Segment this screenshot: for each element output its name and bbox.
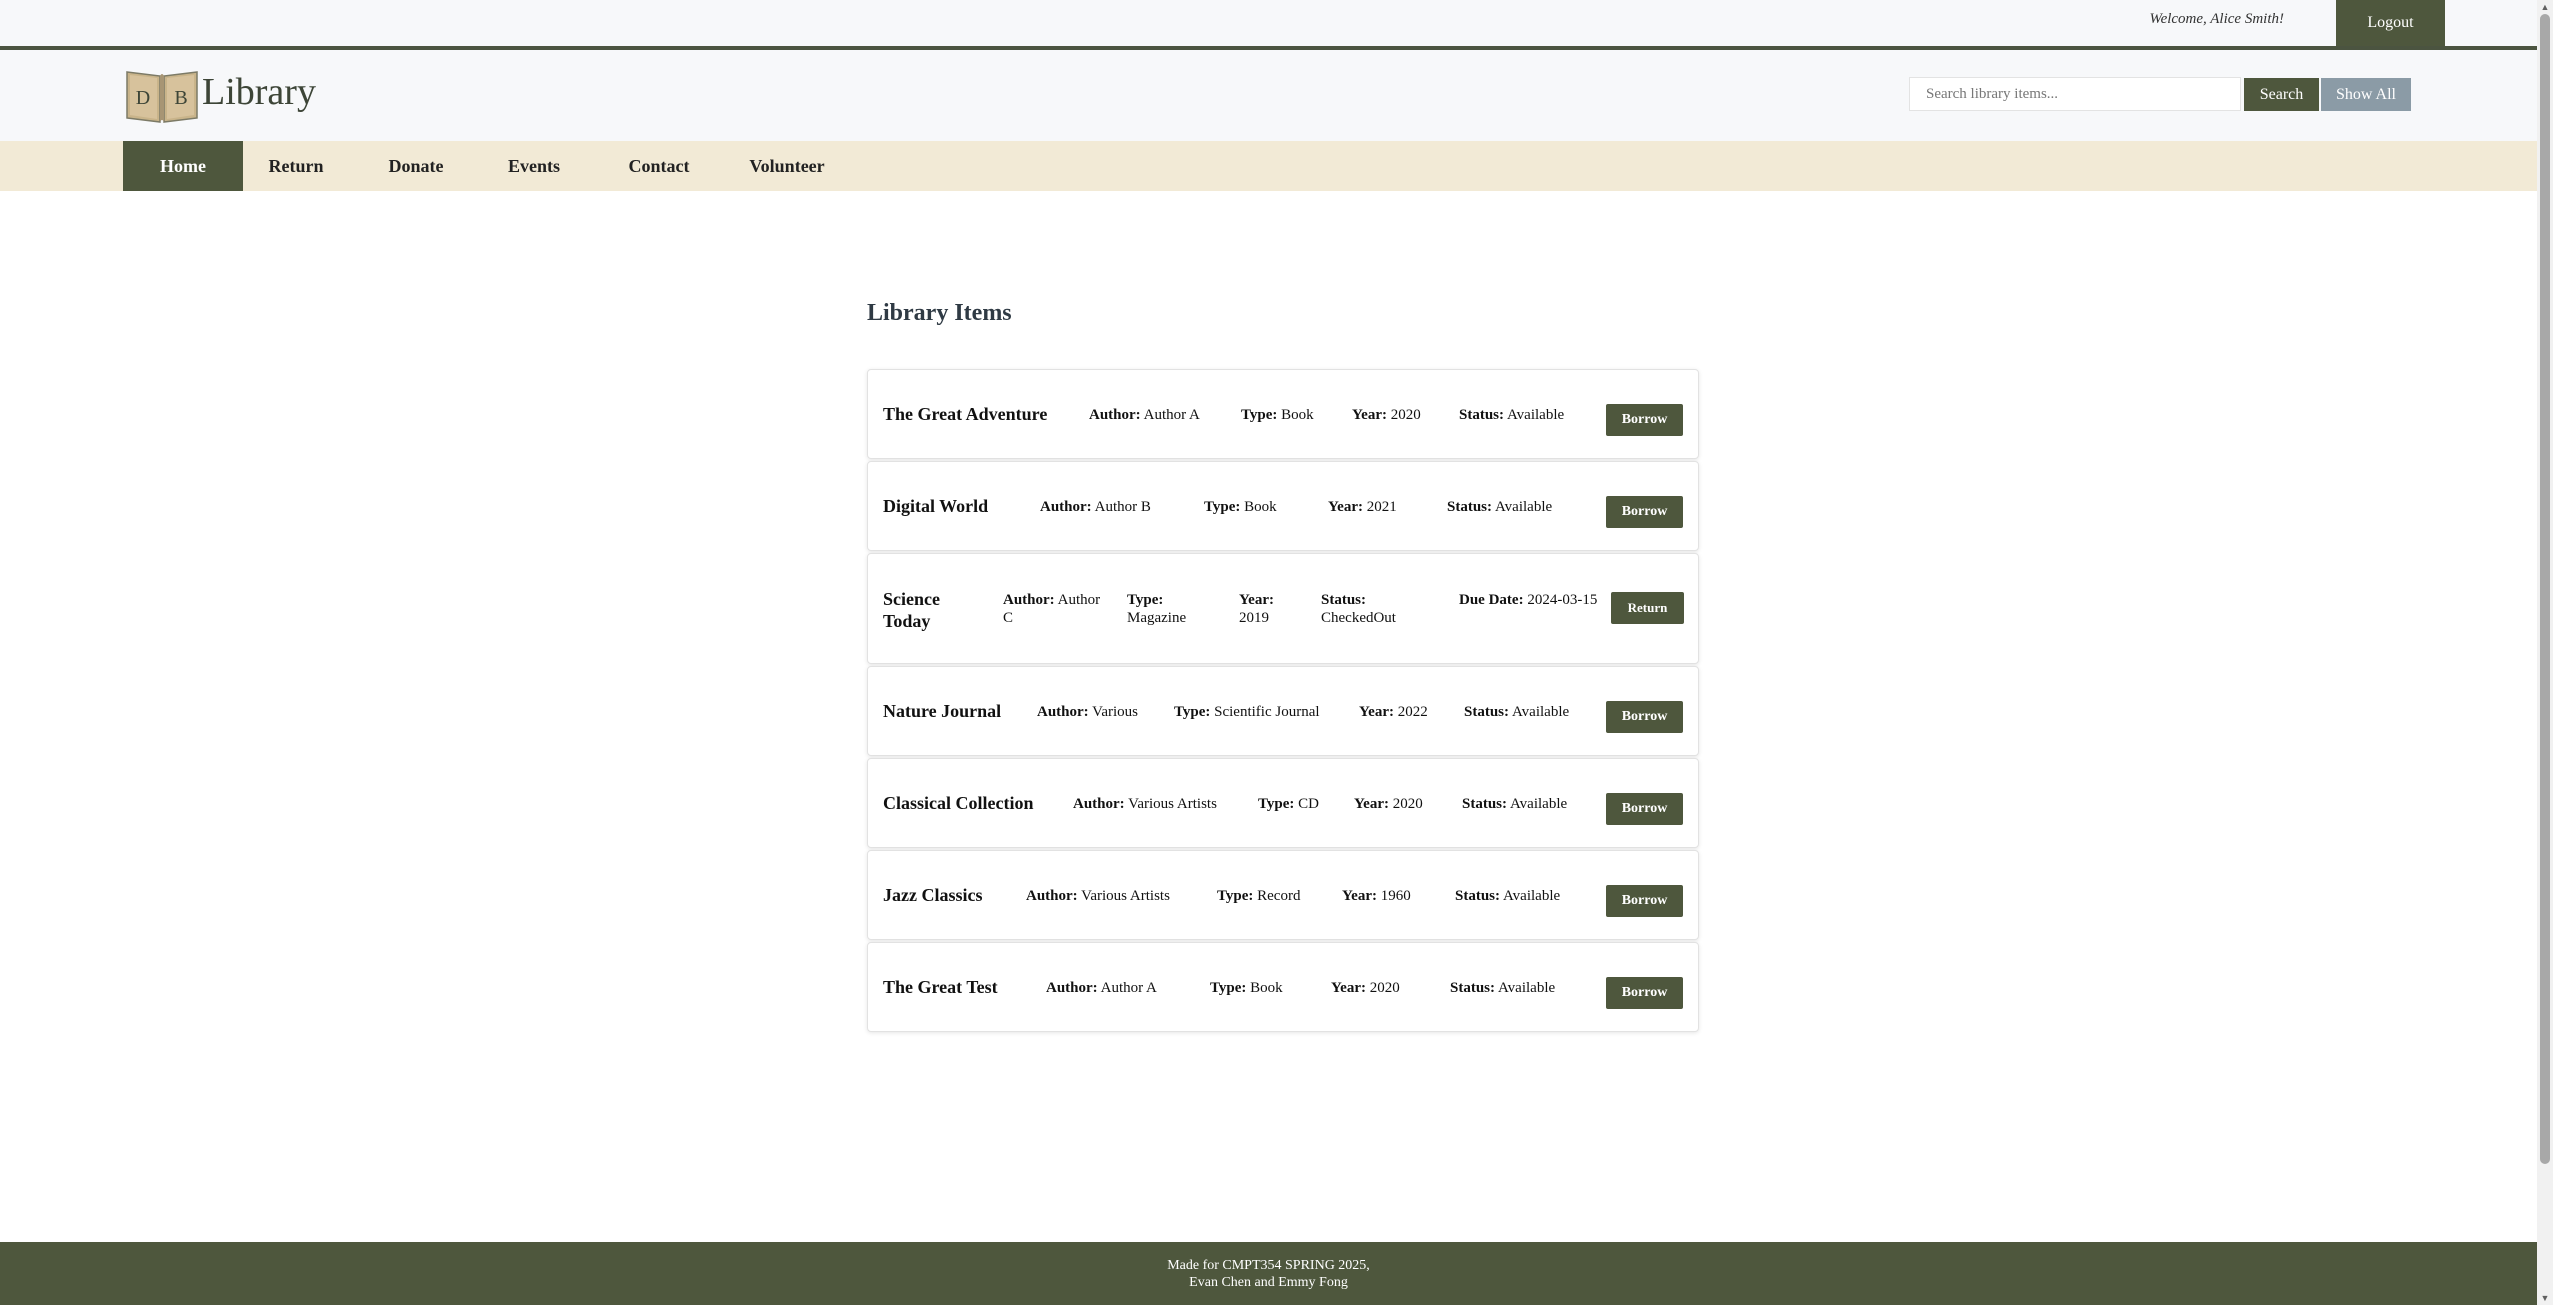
page-title: Library Items	[867, 300, 1012, 326]
item-type: Type: Book	[1210, 980, 1283, 996]
scrollbar-thumb[interactable]	[2540, 14, 2550, 1164]
item-status: Status: CheckedOut	[1321, 592, 1396, 626]
item-status: Status: Available	[1462, 796, 1568, 812]
welcome-message: Welcome, Alice Smith!	[2149, 11, 2284, 27]
item-title: Classical Collection	[883, 793, 1034, 813]
logo-letter-d: D	[136, 87, 150, 109]
item-type: Type: Book	[1204, 499, 1277, 515]
footer-line-2: Evan Chen and Emmy Fong	[1189, 1275, 1348, 1290]
item-author: Author: Author B	[1040, 499, 1151, 515]
logo-text: Library	[202, 71, 316, 113]
item-author: Author: Various Artists	[1026, 888, 1170, 904]
scroll-down-arrow-icon[interactable]: ▼	[2537, 1291, 2553, 1305]
item-status: Status: Available	[1464, 704, 1570, 720]
item-title: Nature Journal	[883, 701, 1002, 721]
nav-item-volunteer[interactable]: Volunteer	[742, 141, 832, 191]
nav-item-home[interactable]: Home	[123, 141, 243, 191]
top-bar: Welcome, Alice Smith! Logout	[0, 0, 2537, 50]
item-title: Digital World	[883, 496, 989, 516]
logo-letter-b: B	[174, 87, 187, 109]
nav-item-return[interactable]: Return	[256, 141, 336, 191]
vertical-scrollbar[interactable]: ▲ ▼	[2537, 0, 2553, 1305]
item-type: Type: Book	[1241, 407, 1314, 423]
borrow-button[interactable]: Borrow	[1606, 977, 1683, 1009]
item-year: Year: 2020	[1331, 980, 1400, 996]
item-status: Status: Available	[1459, 407, 1565, 423]
footer-line-1: Made for CMPT354 SPRING 2025,	[1167, 1258, 1370, 1273]
main-nav: Home Return Donate Events Contact Volunt…	[0, 141, 2537, 191]
search-input[interactable]	[1909, 77, 2241, 111]
site-header: D B Library Search Show All	[0, 50, 2537, 141]
return-button[interactable]: Return	[1611, 592, 1684, 624]
item-status: Status: Available	[1447, 499, 1553, 515]
borrow-button[interactable]: Borrow	[1606, 885, 1683, 917]
item-author: Author: Various Artists	[1073, 796, 1217, 812]
site-logo[interactable]: D B Library	[124, 66, 316, 124]
item-year: Year: 2020	[1354, 796, 1423, 812]
show-all-button[interactable]: Show All	[2321, 78, 2411, 111]
item-year: Year: 2019	[1239, 592, 1274, 626]
item-author: Author: Author A	[1046, 980, 1157, 996]
library-item: Jazz Classics Author: Various Artists Ty…	[867, 850, 1699, 940]
nav-item-contact[interactable]: Contact	[619, 141, 699, 191]
item-year: Year: 2020	[1352, 407, 1421, 423]
scroll-up-arrow-icon[interactable]: ▲	[2537, 0, 2553, 14]
item-title: The Great Test	[883, 977, 998, 997]
item-author: Author: Author A	[1089, 407, 1200, 423]
item-due-date: Due Date: 2024-03-15	[1459, 592, 1598, 608]
item-year: Year: 1960	[1342, 888, 1411, 904]
borrow-button[interactable]: Borrow	[1606, 793, 1683, 825]
item-type: Type: CD	[1258, 796, 1319, 812]
item-type: Type: Record	[1217, 888, 1301, 904]
item-year: Year: 2022	[1359, 704, 1428, 720]
borrow-button[interactable]: Borrow	[1606, 701, 1683, 733]
logout-button[interactable]: Logout	[2336, 0, 2445, 46]
item-title: Science Today	[883, 589, 940, 631]
library-item: The Great Test Author: Author A Type: Bo…	[867, 942, 1699, 1032]
borrow-button[interactable]: Borrow	[1606, 404, 1683, 436]
item-type: Type: Magazine	[1127, 592, 1187, 626]
item-status: Status: Available	[1450, 980, 1556, 996]
library-item: The Great Adventure Author: Author A Typ…	[867, 369, 1699, 459]
nav-item-donate[interactable]: Donate	[376, 141, 456, 191]
item-title: Jazz Classics	[883, 885, 983, 905]
library-item: Science Today Author: Author C Type: Mag…	[867, 553, 1699, 664]
library-items-list: The Great Adventure Author: Author A Typ…	[867, 369, 1699, 1034]
library-item: Digital World Author: Author B Type: Boo…	[867, 461, 1699, 551]
nav-item-events[interactable]: Events	[494, 141, 574, 191]
page: Welcome, Alice Smith! Logout D B Library…	[0, 0, 2537, 1305]
book-logo-icon: D B	[126, 71, 198, 123]
site-footer: Made for CMPT354 SPRING 2025, Evan Chen …	[0, 1242, 2537, 1305]
item-author: Author: Author C	[1003, 592, 1101, 626]
item-title: The Great Adventure	[883, 404, 1048, 424]
item-author: Author: Various	[1037, 704, 1138, 720]
library-item: Classical Collection Author: Various Art…	[867, 758, 1699, 848]
item-year: Year: 2021	[1328, 499, 1397, 515]
borrow-button[interactable]: Borrow	[1606, 496, 1683, 528]
item-status: Status: Available	[1455, 888, 1561, 904]
search-button[interactable]: Search	[2244, 78, 2319, 111]
item-type: Type: Scientific Journal	[1174, 704, 1320, 720]
library-item: Nature Journal Author: Various Type: Sci…	[867, 666, 1699, 756]
